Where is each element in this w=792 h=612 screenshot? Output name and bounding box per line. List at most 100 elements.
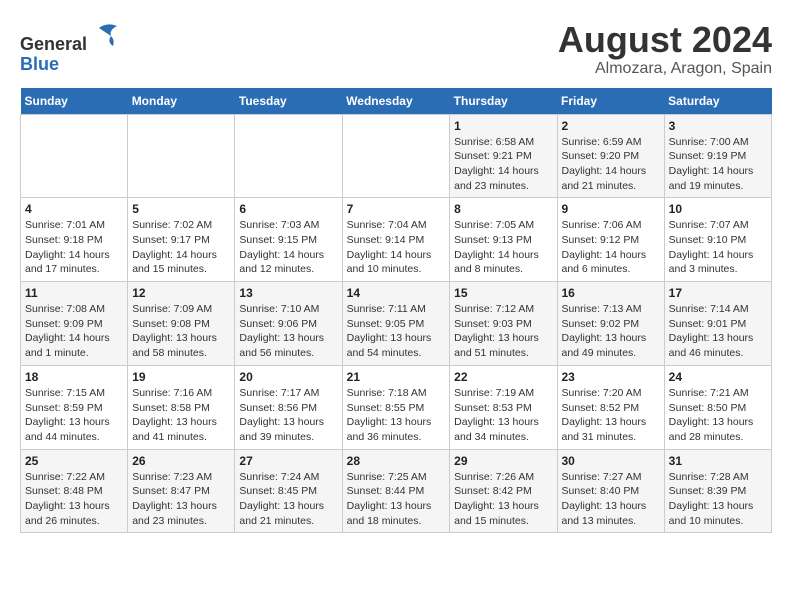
day-info: Sunrise: 7:12 AMSunset: 9:03 PMDaylight:… bbox=[454, 302, 552, 361]
calendar-cell: 1 Sunrise: 6:58 AMSunset: 9:21 PMDaylight… bbox=[450, 114, 557, 198]
logo-blue: Blue bbox=[20, 54, 59, 74]
weekday-header-saturday: Saturday bbox=[664, 88, 771, 115]
day-number: 22 bbox=[454, 370, 552, 384]
calendar-cell: 7Sunrise: 7:04 AMSunset: 9:14 PMDaylight… bbox=[342, 198, 450, 282]
weekday-row: SundayMondayTuesdayWednesdayThursdayFrid… bbox=[21, 88, 772, 115]
day-info: Sunrise: 7:07 AMSunset: 9:10 PMDaylight:… bbox=[669, 218, 767, 277]
day-number: 11 bbox=[25, 286, 123, 300]
calendar-cell bbox=[342, 114, 450, 198]
day-number: 2 bbox=[562, 119, 660, 133]
day-number: 23 bbox=[562, 370, 660, 384]
day-info: Sunrise: 7:26 AMSunset: 8:42 PMDaylight:… bbox=[454, 470, 552, 529]
week-row-2: 4 Sunrise: 7:01 AMSunset: 9:18 PMDaylight… bbox=[21, 198, 772, 282]
day-info: Sunrise: 7:16 AMSunset: 8:58 PMDaylight:… bbox=[132, 386, 230, 445]
week-row-5: 25 Sunrise: 7:22 AMSunset: 8:48 PMDayligh… bbox=[21, 449, 772, 533]
logo-general: General bbox=[20, 34, 87, 54]
weekday-header-thursday: Thursday bbox=[450, 88, 557, 115]
calendar-cell: 20Sunrise: 7:17 AMSunset: 8:56 PMDayligh… bbox=[235, 365, 342, 449]
calendar-cell: 8 Sunrise: 7:05 AMSunset: 9:13 PMDaylight… bbox=[450, 198, 557, 282]
day-number: 4 bbox=[25, 202, 123, 216]
week-row-4: 18 Sunrise: 7:15 AMSunset: 8:59 PMDayligh… bbox=[21, 365, 772, 449]
day-number: 25 bbox=[25, 454, 123, 468]
day-info: Sunrise: 7:14 AMSunset: 9:01 PMDaylight:… bbox=[669, 302, 767, 361]
day-number: 13 bbox=[239, 286, 337, 300]
calendar-cell: 21 Sunrise: 7:18 AMSunset: 8:55 PMDayligh… bbox=[342, 365, 450, 449]
month-title: August 2024 bbox=[558, 20, 772, 60]
day-info: Sunrise: 7:00 AMSunset: 9:19 PMDaylight:… bbox=[669, 135, 767, 194]
calendar-cell: 23 Sunrise: 7:20 AMSunset: 8:52 PMDayligh… bbox=[557, 365, 664, 449]
day-number: 20 bbox=[239, 370, 337, 384]
day-number: 17 bbox=[669, 286, 767, 300]
location-subtitle: Almozara, Aragon, Spain bbox=[558, 60, 772, 78]
calendar-cell: 5 Sunrise: 7:02 AMSunset: 9:17 PMDaylight… bbox=[128, 198, 235, 282]
day-number: 3 bbox=[669, 119, 767, 133]
calendar-body: 1 Sunrise: 6:58 AMSunset: 9:21 PMDaylight… bbox=[21, 114, 772, 533]
day-number: 10 bbox=[669, 202, 767, 216]
calendar-cell: 10 Sunrise: 7:07 AMSunset: 9:10 PMDayligh… bbox=[664, 198, 771, 282]
day-info: Sunrise: 7:18 AMSunset: 8:55 PMDaylight:… bbox=[347, 386, 446, 445]
day-number: 19 bbox=[132, 370, 230, 384]
calendar-cell: 22 Sunrise: 7:19 AMSunset: 8:53 PMDayligh… bbox=[450, 365, 557, 449]
calendar-table: SundayMondayTuesdayWednesdayThursdayFrid… bbox=[20, 88, 772, 534]
day-number: 26 bbox=[132, 454, 230, 468]
day-info: Sunrise: 7:27 AMSunset: 8:40 PMDaylight:… bbox=[562, 470, 660, 529]
page-header: General Blue August 2024 Almozara, Arago… bbox=[20, 20, 772, 78]
calendar-cell: 12 Sunrise: 7:09 AMSunset: 9:08 PMDayligh… bbox=[128, 282, 235, 366]
day-info: Sunrise: 7:10 AMSunset: 9:06 PMDaylight:… bbox=[239, 302, 337, 361]
day-number: 28 bbox=[347, 454, 446, 468]
day-number: 21 bbox=[347, 370, 446, 384]
calendar-cell: 14 Sunrise: 7:11 AMSunset: 9:05 PMDayligh… bbox=[342, 282, 450, 366]
calendar-cell: 30 Sunrise: 7:27 AMSunset: 8:40 PMDayligh… bbox=[557, 449, 664, 533]
day-info: Sunrise: 7:03 AMSunset: 9:15 PMDaylight:… bbox=[239, 218, 337, 277]
day-number: 31 bbox=[669, 454, 767, 468]
day-info: Sunrise: 7:22 AMSunset: 8:48 PMDaylight:… bbox=[25, 470, 123, 529]
weekday-header-sunday: Sunday bbox=[21, 88, 128, 115]
day-number: 1 bbox=[454, 119, 552, 133]
day-info: Sunrise: 7:13 AMSunset: 9:02 PMDaylight:… bbox=[562, 302, 660, 361]
calendar-cell: 2Sunrise: 6:59 AMSunset: 9:20 PMDaylight… bbox=[557, 114, 664, 198]
weekday-header-friday: Friday bbox=[557, 88, 664, 115]
day-number: 12 bbox=[132, 286, 230, 300]
day-number: 9 bbox=[562, 202, 660, 216]
calendar-cell: 6 Sunrise: 7:03 AMSunset: 9:15 PMDaylight… bbox=[235, 198, 342, 282]
day-info: Sunrise: 7:11 AMSunset: 9:05 PMDaylight:… bbox=[347, 302, 446, 361]
day-number: 18 bbox=[25, 370, 123, 384]
day-info: Sunrise: 7:21 AMSunset: 8:50 PMDaylight:… bbox=[669, 386, 767, 445]
day-number: 5 bbox=[132, 202, 230, 216]
calendar-cell: 27Sunrise: 7:24 AMSunset: 8:45 PMDayligh… bbox=[235, 449, 342, 533]
day-info: Sunrise: 7:01 AMSunset: 9:18 PMDaylight:… bbox=[25, 218, 123, 277]
day-number: 24 bbox=[669, 370, 767, 384]
calendar-cell: 17 Sunrise: 7:14 AMSunset: 9:01 PMDayligh… bbox=[664, 282, 771, 366]
calendar-cell: 11 Sunrise: 7:08 AMSunset: 9:09 PMDayligh… bbox=[21, 282, 128, 366]
day-number: 15 bbox=[454, 286, 552, 300]
calendar-cell: 28Sunrise: 7:25 AMSunset: 8:44 PMDayligh… bbox=[342, 449, 450, 533]
day-info: Sunrise: 7:08 AMSunset: 9:09 PMDaylight:… bbox=[25, 302, 123, 361]
day-info: Sunrise: 7:04 AMSunset: 9:14 PMDaylight:… bbox=[347, 218, 446, 277]
day-info: Sunrise: 7:02 AMSunset: 9:17 PMDaylight:… bbox=[132, 218, 230, 277]
day-info: Sunrise: 7:09 AMSunset: 9:08 PMDaylight:… bbox=[132, 302, 230, 361]
calendar-cell: 15 Sunrise: 7:12 AMSunset: 9:03 PMDayligh… bbox=[450, 282, 557, 366]
day-info: Sunrise: 7:05 AMSunset: 9:13 PMDaylight:… bbox=[454, 218, 552, 277]
calendar-cell: 9Sunrise: 7:06 AMSunset: 9:12 PMDaylight… bbox=[557, 198, 664, 282]
day-info: Sunrise: 6:58 AMSunset: 9:21 PMDaylight:… bbox=[454, 135, 552, 194]
day-number: 16 bbox=[562, 286, 660, 300]
logo-bird-icon bbox=[89, 20, 119, 50]
calendar-cell: 24 Sunrise: 7:21 AMSunset: 8:50 PMDayligh… bbox=[664, 365, 771, 449]
calendar-cell: 3 Sunrise: 7:00 AMSunset: 9:19 PMDaylight… bbox=[664, 114, 771, 198]
title-area: August 2024 Almozara, Aragon, Spain bbox=[558, 20, 772, 78]
day-info: Sunrise: 7:19 AMSunset: 8:53 PMDaylight:… bbox=[454, 386, 552, 445]
day-number: 14 bbox=[347, 286, 446, 300]
day-info: Sunrise: 7:20 AMSunset: 8:52 PMDaylight:… bbox=[562, 386, 660, 445]
calendar-cell bbox=[235, 114, 342, 198]
weekday-header-tuesday: Tuesday bbox=[235, 88, 342, 115]
day-number: 30 bbox=[562, 454, 660, 468]
calendar-cell bbox=[21, 114, 128, 198]
calendar-cell: 16 Sunrise: 7:13 AMSunset: 9:02 PMDayligh… bbox=[557, 282, 664, 366]
calendar-header: SundayMondayTuesdayWednesdayThursdayFrid… bbox=[21, 88, 772, 115]
day-info: Sunrise: 7:15 AMSunset: 8:59 PMDaylight:… bbox=[25, 386, 123, 445]
day-number: 8 bbox=[454, 202, 552, 216]
calendar-cell: 4 Sunrise: 7:01 AMSunset: 9:18 PMDaylight… bbox=[21, 198, 128, 282]
calendar-cell: 19 Sunrise: 7:16 AMSunset: 8:58 PMDayligh… bbox=[128, 365, 235, 449]
day-info: Sunrise: 7:24 AMSunset: 8:45 PMDaylight:… bbox=[239, 470, 337, 529]
day-number: 6 bbox=[239, 202, 337, 216]
